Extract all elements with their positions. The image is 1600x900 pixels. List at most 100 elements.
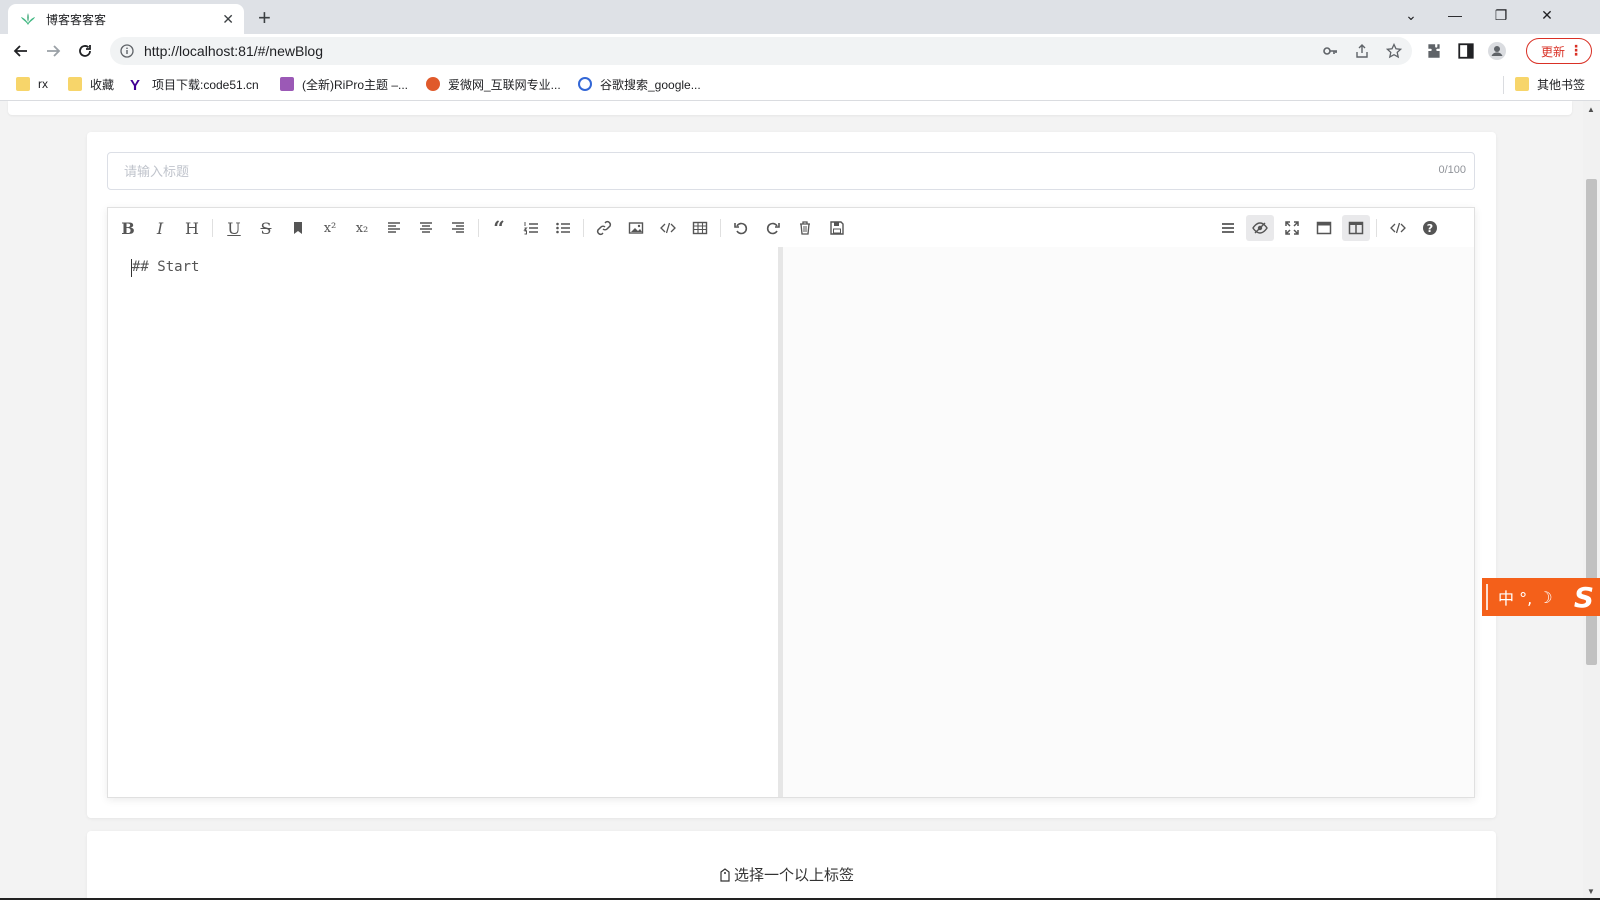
restore-button[interactable]: ❐ [1478, 0, 1524, 30]
address-bar[interactable]: http://localhost:81/#/newBlog [110, 37, 1412, 65]
extensions-puzzle-icon[interactable] [1425, 42, 1443, 60]
unordered-list-icon[interactable] [549, 215, 577, 241]
site-icon [578, 77, 592, 91]
preview-toggle-icon[interactable] [1246, 215, 1274, 241]
subscript-icon[interactable]: x₂ [348, 215, 376, 241]
bookmark-favorites[interactable]: 收藏 [68, 74, 114, 94]
bookmarks-bar: rx 收藏 Y 项目下载:code51.cn (全新)RiPro主题 –... … [0, 68, 1600, 101]
ordered-list-icon[interactable] [517, 215, 545, 241]
bookmark-rx[interactable]: rx [16, 74, 48, 94]
table-icon[interactable] [686, 215, 714, 241]
minimize-button[interactable]: — [1432, 0, 1478, 30]
subfield-icon[interactable] [1342, 215, 1370, 241]
new-tab-button[interactable]: + [258, 5, 271, 31]
svg-text:?: ? [1427, 222, 1433, 235]
toolbar-divider [212, 219, 213, 237]
header-icon[interactable]: H [178, 215, 206, 241]
bookmark-label: 其他书签 [1537, 77, 1586, 92]
title-counter: 0/100 [1438, 164, 1466, 176]
title-input[interactable] [107, 152, 1475, 190]
arrow-left-icon [13, 45, 27, 57]
help-icon[interactable]: ? [1416, 215, 1444, 241]
navigation-icon[interactable] [1214, 215, 1242, 241]
quote-icon[interactable]: “ [485, 215, 513, 241]
image-icon[interactable] [622, 215, 650, 241]
reload-icon [79, 45, 91, 57]
underline-icon[interactable]: U [220, 215, 248, 241]
tags-label: 选择一个以上标签 [734, 867, 855, 884]
bold-icon[interactable]: B [114, 215, 142, 241]
tab-bar: 博客客客客 ✕ + ⌄ — ❐ ✕ [0, 0, 1600, 34]
bookmark-label: 爱微网_互联网专业... [448, 77, 561, 92]
align-left-icon[interactable] [380, 215, 408, 241]
navigation-bar: http://localhost:81/#/newBlog 更新 ⋮ [0, 34, 1600, 68]
bookmark-label: 收藏 [90, 77, 115, 92]
ime-drag-handle[interactable] [1486, 584, 1488, 610]
omnibox-actions [1322, 43, 1402, 59]
read-mode-icon[interactable] [1310, 215, 1338, 241]
tab-search-icon[interactable]: ⌄ [1388, 0, 1434, 30]
trash-icon[interactable] [791, 215, 819, 241]
align-center-icon[interactable] [412, 215, 440, 241]
scroll-down-arrow-icon[interactable]: ▼ [1587, 887, 1595, 896]
url-text[interactable]: http://localhost:81/#/newBlog [144, 43, 323, 59]
ime-status-text[interactable]: 中 °, [1498, 585, 1532, 609]
page-content: 0/100 B I H U S x² x₂ [0, 101, 1583, 900]
code-icon[interactable] [654, 215, 682, 241]
bookmark-other[interactable]: 其他书签 [1515, 74, 1585, 94]
sogou-logo-icon[interactable]: S [1574, 581, 1594, 614]
back-button[interactable] [8, 39, 34, 63]
header-strip [8, 101, 1572, 115]
mark-icon[interactable] [284, 215, 312, 241]
reload-button[interactable] [72, 39, 98, 63]
toolbar-divider [1376, 219, 1377, 237]
bookmarks-divider [1503, 76, 1504, 94]
bookmark-code51[interactable]: Y 项目下载:code51.cn [130, 74, 259, 94]
arrow-right-icon [47, 45, 61, 57]
italic-icon[interactable]: I [146, 215, 174, 241]
folder-icon [68, 77, 82, 91]
bookmark-aiweiwang[interactable]: 爱微网_互联网专业... [426, 74, 561, 94]
undo-icon[interactable] [727, 215, 755, 241]
tags-card: 选择一个以上标签 [87, 831, 1496, 900]
ime-moon-icon[interactable]: ☽ [1538, 588, 1552, 607]
share-icon[interactable] [1354, 43, 1370, 59]
update-button[interactable]: 更新 ⋮ [1526, 38, 1592, 64]
superscript-icon[interactable]: x² [316, 215, 344, 241]
folder-icon [16, 77, 30, 91]
info-icon[interactable] [120, 44, 134, 58]
star-icon[interactable] [1386, 43, 1402, 59]
redo-icon[interactable] [759, 215, 787, 241]
toolbar-divider [720, 219, 721, 237]
profile-avatar-icon[interactable] [1488, 42, 1506, 60]
bookmark-label: rx [38, 77, 48, 91]
link-icon[interactable] [590, 215, 618, 241]
side-panel-icon[interactable] [1457, 42, 1475, 60]
markdown-input-pane[interactable]: ## Start [108, 247, 778, 797]
toolbar-divider [583, 219, 584, 237]
tab-close-icon[interactable]: ✕ [222, 11, 234, 28]
ime-toolbar[interactable]: 中 °, ☽ S [1482, 578, 1600, 616]
bookmark-label: 项目下载:code51.cn [152, 77, 259, 92]
bookmark-label: (全新)RiPro主题 –... [302, 77, 409, 92]
save-icon[interactable] [823, 215, 851, 241]
scroll-up-arrow-icon[interactable]: ▲ [1587, 105, 1595, 114]
bookmark-ripro[interactable]: (全新)RiPro主题 –... [280, 74, 408, 94]
forward-button[interactable] [40, 39, 66, 63]
bookmark-google-search[interactable]: 谷歌搜索_google... [578, 74, 701, 94]
fullscreen-icon[interactable] [1278, 215, 1306, 241]
editor-toolbar: B I H U S x² x₂ “ ? [108, 208, 1474, 248]
folder-icon [1515, 77, 1529, 91]
strikethrough-icon[interactable]: S [252, 215, 280, 241]
key-icon[interactable] [1322, 43, 1338, 59]
close-window-button[interactable]: ✕ [1524, 0, 1570, 30]
browser-tab[interactable]: 博客客客客 ✕ [8, 4, 244, 34]
align-right-icon[interactable] [444, 215, 472, 241]
site-favicon-icon [21, 13, 35, 25]
markdown-content[interactable]: ## Start [132, 259, 199, 275]
html-code-icon[interactable] [1384, 215, 1412, 241]
markdown-preview-pane [783, 247, 1474, 797]
tags-select[interactable]: 选择一个以上标签 [719, 864, 854, 885]
bookmark-label: 谷歌搜索_google... [600, 77, 701, 92]
page-scrollbar[interactable]: ▲ ▼ [1583, 101, 1600, 900]
